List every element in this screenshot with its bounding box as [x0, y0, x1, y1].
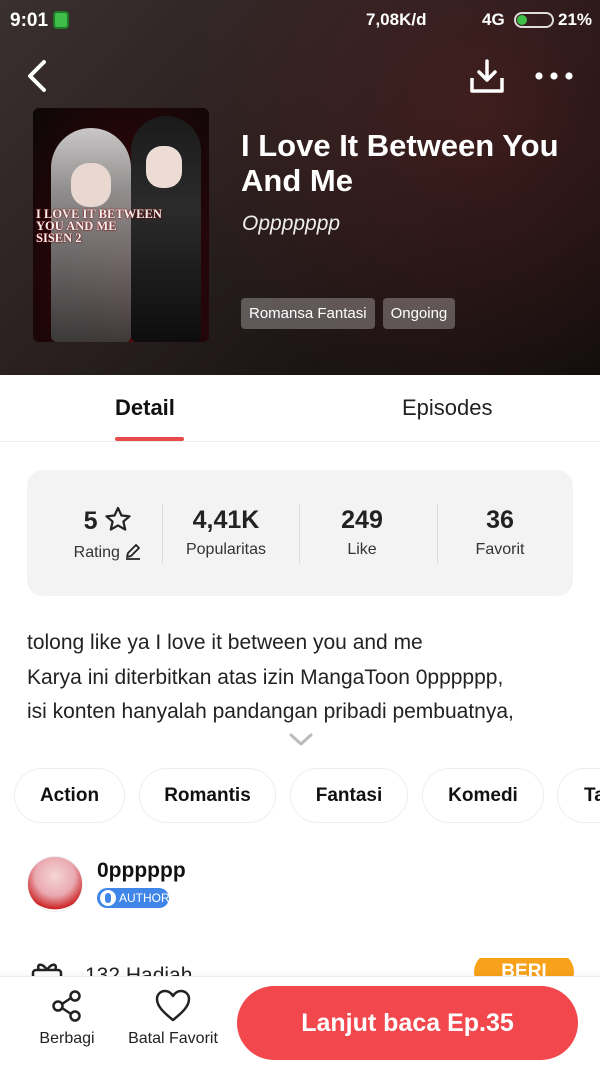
description: tolong like ya I love it between you and…: [27, 626, 587, 730]
genre-chip[interactable]: Fantasi: [290, 768, 408, 823]
tag-status: Ongoing: [382, 298, 456, 329]
author-avatar[interactable]: [27, 856, 83, 912]
book-title: I Love It Between You And Me: [241, 128, 559, 198]
rating-label: Rating: [73, 544, 120, 561]
author-name[interactable]: 0pppppp: [97, 859, 186, 883]
stats-panel: 5 Rating 4,41K Popularitas 249 Like 36 F…: [27, 470, 573, 596]
author-badge-icon: [100, 890, 116, 906]
book-author[interactable]: Oppppppp: [242, 212, 340, 236]
bottom-bar: Berbagi Batal Favorit Lanjut baca Ep.35: [0, 976, 600, 1067]
share-icon: [52, 990, 81, 1022]
unfavorite-label: Batal Favorit: [128, 1030, 218, 1047]
popularity-label: Popularitas: [185, 541, 267, 558]
genre-chip[interactable]: Action: [14, 768, 125, 823]
status-network: 4G: [482, 10, 505, 29]
genre-chip[interactable]: Ta: [557, 768, 600, 823]
like-label: Like: [347, 541, 377, 558]
author-badge: AUTHOR: [97, 888, 170, 908]
genre-chips: Action Romantis Fantasi Komedi Ta: [0, 768, 600, 824]
tab-detail[interactable]: Detail: [115, 395, 175, 421]
download-icon[interactable]: [468, 58, 506, 96]
tag-genre[interactable]: Romansa Fantasi: [241, 298, 375, 329]
unfavorite-button[interactable]: Batal Favorit: [119, 989, 227, 1048]
cover-title: I LOVE IT BETWEEN YOU AND ME SISEN 2: [36, 207, 162, 245]
tab-bar: Detail Episodes: [0, 375, 600, 442]
back-arrow-icon[interactable]: [22, 58, 54, 94]
share-button[interactable]: Berbagi: [27, 989, 107, 1048]
expand-chevron-icon[interactable]: [288, 732, 314, 748]
star-icon: [105, 506, 132, 531]
favorite-value: 36: [486, 506, 514, 534]
continue-reading-button[interactable]: Lanjut baca Ep.35: [237, 986, 578, 1060]
genre-chip[interactable]: Komedi: [422, 768, 544, 823]
heart-icon: [155, 989, 191, 1022]
description-line: tolong like ya I love it between you and…: [27, 631, 423, 654]
stat-rating[interactable]: 5 Rating: [40, 506, 176, 562]
stat-popularity: 4,41K Popularitas: [158, 506, 294, 559]
status-time: 9:01: [10, 10, 49, 31]
rating-value: 5: [83, 507, 98, 535]
battery-icon: [514, 12, 554, 28]
active-tab-indicator: [115, 437, 184, 441]
author-badge-label: AUTHOR: [119, 891, 170, 905]
genre-chip[interactable]: Romantis: [139, 768, 276, 823]
header-hero: 9:01 7,08K/d 4G 21% I LOVE IT BETWEEN YO…: [0, 0, 600, 375]
description-line: isi konten hanyalah pandangan pribadi pe…: [27, 700, 514, 723]
status-speed: 7,08K/d: [366, 10, 427, 29]
app-notification-icon: [53, 11, 69, 29]
gift-row: 132 Hadiah BERI: [30, 958, 580, 978]
stat-favorite: 36 Favorit: [432, 506, 568, 559]
status-battery: 21%: [558, 10, 593, 29]
favorite-label: Favorit: [475, 541, 525, 558]
status-bar: 9:01 7,08K/d 4G 21%: [0, 0, 600, 40]
popularity-value: 4,41K: [192, 506, 260, 534]
more-options-icon[interactable]: [534, 66, 574, 86]
tab-episodes[interactable]: Episodes: [402, 395, 493, 421]
edit-pencil-icon: [126, 544, 141, 560]
like-value: 249: [341, 506, 383, 534]
description-line: Karya ini diterbitkan atas izin MangaToo…: [27, 665, 504, 689]
share-label: Berbagi: [39, 1030, 95, 1047]
book-tags: Romansa Fantasi Ongoing: [241, 298, 456, 329]
book-cover: I LOVE IT BETWEEN YOU AND ME SISEN 2: [33, 108, 209, 342]
stat-like: 249 Like: [294, 506, 430, 559]
give-gift-button[interactable]: BERI: [474, 958, 574, 978]
